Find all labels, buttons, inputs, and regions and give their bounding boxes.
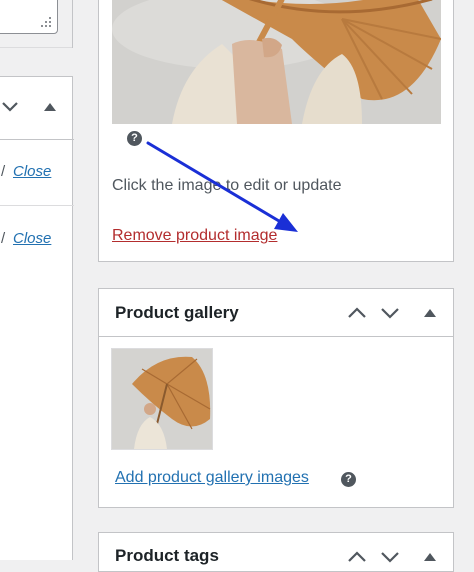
separator-2: / [1,230,6,247]
triangle-up-icon[interactable] [424,309,436,317]
left-top-divider [0,47,72,48]
image-instruction-text: Click the image to edit or update [112,177,342,194]
product-image-thumbnail[interactable] [112,0,441,124]
product-gallery-header: Product gallery [99,289,453,337]
product-gallery-title: Product gallery [115,303,239,322]
resize-grip-icon[interactable] [39,15,53,29]
product-tags-title: Product tags [115,546,219,565]
product-tags-metabox: Product tags [98,532,454,572]
help-icon[interactable]: ? [127,131,142,146]
chevron-up-icon[interactable] [347,307,367,319]
left-vertical-border [72,0,73,48]
add-gallery-images-link[interactable]: Add product gallery images [115,469,309,487]
left-metabox-header [0,77,74,140]
product-photo [112,0,441,124]
gallery-thumbnail[interactable] [111,348,213,450]
product-image-metabox: ? Click the image to edit or update Remo… [98,0,454,262]
close-link-2[interactable]: Close [13,230,51,247]
chevron-up-icon[interactable] [347,551,367,563]
left-metabox: / Close / Close [0,76,74,560]
chevron-down-icon[interactable] [1,101,19,113]
left-textarea-box [0,0,58,34]
separator-1: / [1,163,6,180]
left-row-2: / Close [0,206,74,272]
chevron-down-icon[interactable] [380,551,400,563]
left-row-1: / Close [0,140,74,206]
chevron-down-icon[interactable] [380,307,400,319]
gallery-photo [112,349,212,449]
triangle-up-icon[interactable] [44,103,56,111]
product-gallery-metabox: Product gallery Add product gallery imag… [98,288,454,508]
close-link-1[interactable]: Close [13,163,51,180]
remove-product-image-link[interactable]: Remove product image [112,227,277,245]
help-icon[interactable]: ? [341,472,356,487]
